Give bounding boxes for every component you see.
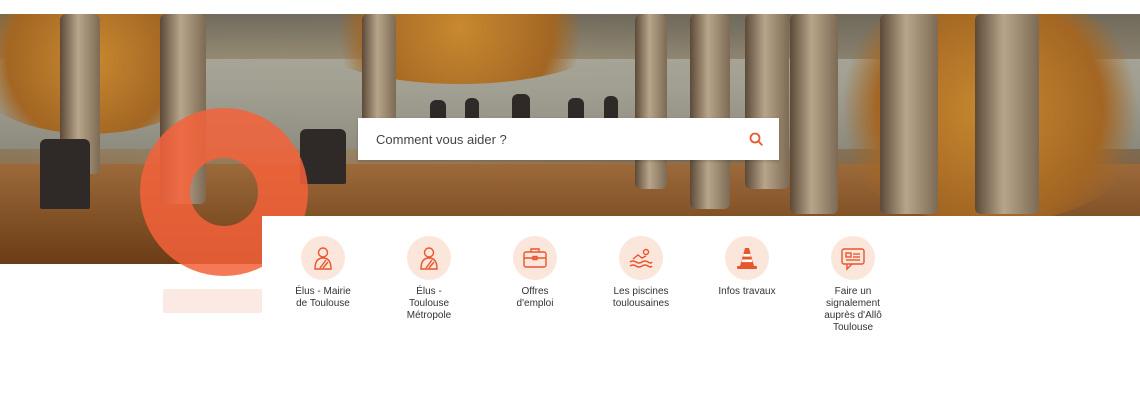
city-logo-tail [163, 289, 262, 313]
person-icon [420, 247, 438, 270]
hero-person [40, 139, 90, 209]
shortcut-label: Élus - Mairie de Toulouse [295, 286, 351, 309]
hero-tree [690, 14, 730, 209]
hero-tree [362, 14, 396, 134]
search-icon [749, 132, 763, 146]
traffic-cone-icon [737, 248, 757, 269]
hero-tree [745, 14, 789, 189]
shortcut-label: Faire un signalement auprès d'Allô Toulo… [824, 286, 882, 333]
shortcut-label: Les piscines toulousaines [612, 286, 670, 309]
shortcut-icon-circle [619, 236, 663, 280]
search-bar [358, 118, 779, 160]
shortcut-elus-mairie[interactable]: Élus - Mairie de Toulouse [270, 236, 376, 334]
shortcut-infos-travaux[interactable]: Infos travaux [694, 236, 800, 334]
chat-report-icon [841, 248, 865, 271]
hero-tree [975, 14, 1039, 214]
top-bar [0, 0, 1140, 15]
shortcut-offres-emploi[interactable]: Offres d'emploi [482, 236, 588, 334]
shortcut-icon-circle [301, 236, 345, 280]
hero-person [512, 94, 530, 120]
briefcase-icon [523, 248, 547, 268]
shortcut-label: Élus - Toulouse Métropole [406, 286, 452, 321]
hero-person [300, 129, 346, 184]
shortcut-piscines[interactable]: Les piscines toulousaines [588, 236, 694, 334]
shortcut-elus-metropole[interactable]: Élus - Toulouse Métropole [376, 236, 482, 334]
shortcut-icon-circle [407, 236, 451, 280]
hero-person [604, 96, 618, 120]
search-input[interactable] [358, 118, 728, 160]
hero-person [465, 98, 479, 120]
shortcut-signalement[interactable]: Faire un signalement auprès d'Allô Toulo… [800, 236, 906, 334]
swimming-icon [629, 248, 653, 268]
person-icon [314, 247, 332, 270]
shortcut-label: Infos travaux [718, 286, 776, 297]
hero-tree [880, 14, 938, 214]
hero-tree [790, 14, 838, 214]
shortcut-label: Offres d'emploi [516, 286, 554, 309]
shortcut-icon-circle [831, 236, 875, 280]
shortcut-icon-circle [725, 236, 769, 280]
shortcut-icon-circle [513, 236, 557, 280]
hero-tree [635, 14, 667, 189]
search-button[interactable] [741, 124, 771, 154]
hero-person [430, 100, 446, 120]
quick-links: Élus - Mairie de Toulouse Élus - Toulous… [270, 236, 906, 334]
hero-person [568, 98, 584, 120]
